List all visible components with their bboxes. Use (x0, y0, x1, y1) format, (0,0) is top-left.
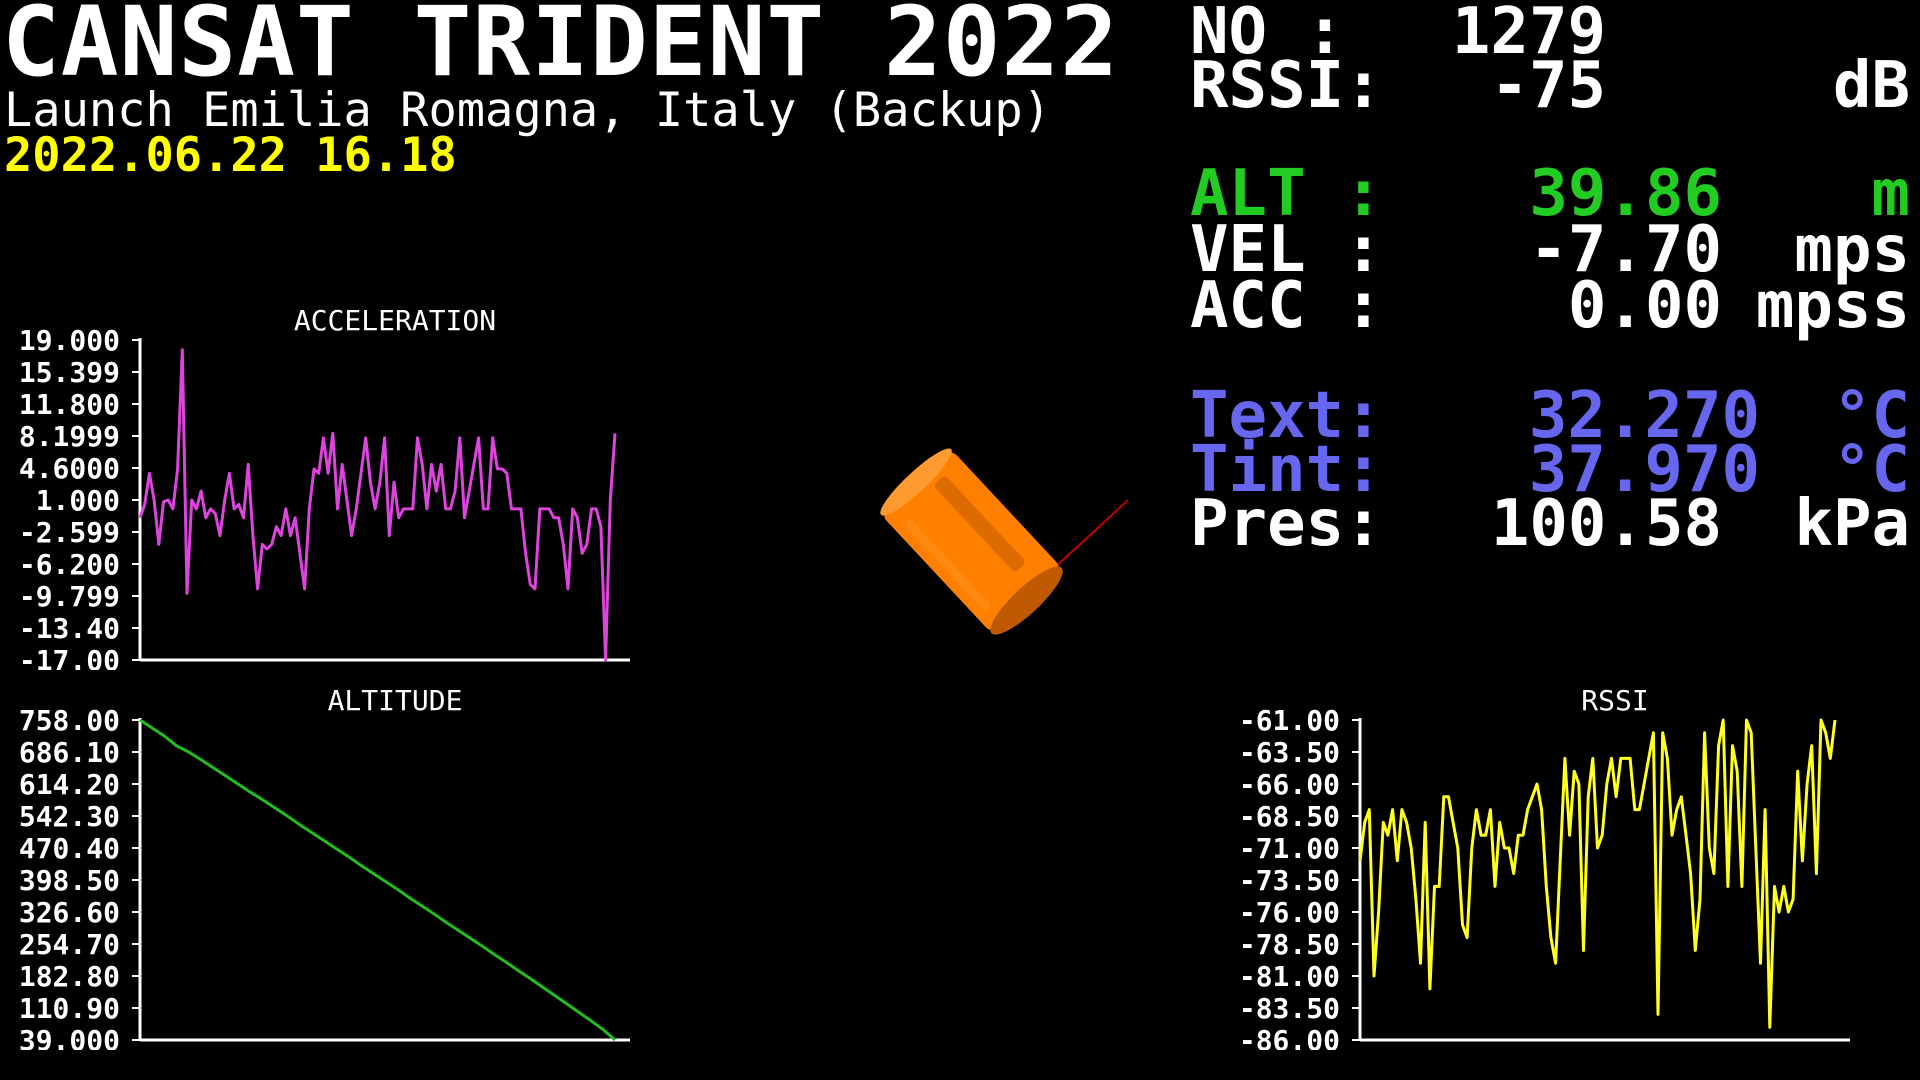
acceleration-y-tick-label: -2.599 (19, 516, 120, 549)
rssi-y-tick-label: -66.00 (1239, 768, 1340, 801)
acceleration-chart-title: ACCELERATION (294, 304, 496, 337)
acceleration-y-tick-label: -17.00 (19, 644, 120, 670)
rssi-value: -75 (1490, 49, 1606, 123)
rssi-y-tick-label: -63.50 (1239, 736, 1340, 769)
rssi-y-tick-label: -71.00 (1239, 832, 1340, 865)
rssi-y-tick-label: -81.00 (1239, 960, 1340, 993)
rssi-chart-title: RSSI (1581, 684, 1648, 717)
altitude-chart-title: ALTITUDE (328, 684, 463, 717)
altitude-y-tick-label: 470.40 (19, 832, 120, 865)
pressure-unit: kPa (1794, 487, 1910, 561)
altitude-y-tick-label: 39.000 (19, 1024, 120, 1050)
acceleration-value: 0.00 (1567, 269, 1722, 343)
acceleration-y-tick-label: -13.40 (19, 612, 120, 645)
acceleration-y-tick-label: -6.200 (19, 548, 120, 581)
pressure-value: 100.58 (1490, 487, 1722, 561)
rssi-y-tick-label: -76.00 (1239, 896, 1340, 929)
cansat-body (880, 448, 1063, 635)
rssi-y-tick-label: -61.00 (1239, 704, 1340, 737)
rssi-y-tick-label: -83.50 (1239, 992, 1340, 1025)
rssi-y-tick-label: -86.00 (1239, 1024, 1340, 1050)
cansat-3d-model-icon (880, 448, 1129, 635)
acceleration-y-tick-label: 15.399 (19, 356, 120, 389)
altitude-y-tick-label: 758.00 (19, 704, 120, 737)
altitude-y-tick-label: 326.60 (19, 896, 120, 929)
orientation-axis-line (1049, 499, 1129, 573)
altitude-y-tick-label: 110.90 (19, 992, 120, 1025)
altitude-y-tick-label: 686.10 (19, 736, 120, 769)
acceleration-y-tick-label: 4.6000 (19, 452, 120, 485)
rssi-y-tick-label: -68.50 (1239, 800, 1340, 833)
acceleration-y-tick-label: -9.799 (19, 580, 120, 613)
rssi-y-tick-label: -73.50 (1239, 864, 1340, 897)
acceleration-y-tick-label: 1.000 (36, 484, 120, 517)
acceleration-chart: ACCELERATION 19.00015.39911.8008.19994.60… (19, 304, 630, 670)
altitude-y-tick-label: 254.70 (19, 928, 120, 961)
rssi-label: RSSI: (1190, 49, 1383, 123)
altitude-chart: ALTITUDE758.00686.10614.20542.30470.4039… (19, 684, 630, 1050)
acceleration-series-line (138, 348, 617, 662)
acceleration-y-tick-label: 8.1999 (19, 420, 120, 453)
altitude-y-tick-label: 614.20 (19, 768, 120, 801)
app-title: CANSAT TRIDENT 2022 (2, 0, 1120, 98)
pressure-label: Pres: (1190, 487, 1383, 561)
acceleration-y-tick-label: 19.000 (19, 324, 120, 357)
rssi-y-tick-label: -78.50 (1239, 928, 1340, 961)
rssi-chart: RSSI -61.00-63.50-66.00-68.50-71.00-73.50… (1239, 684, 1850, 1050)
altitude-y-tick-label: 182.80 (19, 960, 120, 993)
acceleration-label: ACC : (1190, 269, 1383, 343)
altitude-y-tick-label: 542.30 (19, 800, 120, 833)
rssi-series-line (1358, 718, 1837, 1029)
altitude-y-tick-label: 398.50 (19, 864, 120, 897)
launch-datetime: 2022.06.22 16.18 (4, 128, 457, 183)
acceleration-unit: mpss (1755, 269, 1910, 343)
altitude-series-line (139, 718, 616, 1042)
rssi-unit: dB (1832, 49, 1910, 123)
acceleration-y-tick-label: 11.800 (19, 388, 120, 421)
